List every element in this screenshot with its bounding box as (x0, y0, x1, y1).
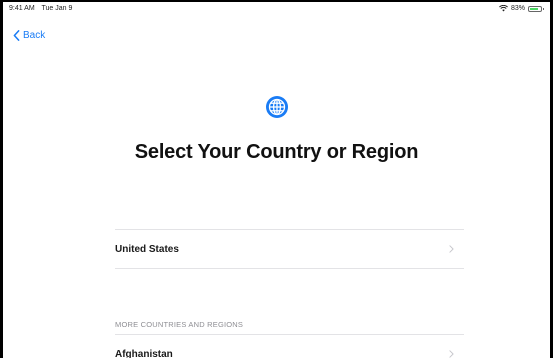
status-time: 9:41 AM (9, 5, 35, 12)
country-row-united-states[interactable]: United States (115, 230, 464, 268)
row-label: United States (115, 243, 179, 255)
section-header: MORE COUNTRIES AND REGIONS (115, 320, 244, 329)
battery-fill (530, 7, 539, 10)
status-date: Tue Jan 9 (41, 5, 73, 12)
status-left: 9:41 AM Tue Jan 9 (9, 5, 77, 12)
chevron-left-icon (13, 30, 20, 41)
screen: 9:41 AM Tue Jan 9 83% Back Select Your C… (3, 2, 550, 358)
battery-icon (528, 5, 544, 12)
wifi-icon (499, 5, 508, 12)
status-bar: 9:41 AM Tue Jan 9 83% (3, 2, 550, 16)
back-button[interactable]: Back (13, 30, 45, 41)
globe-icon (266, 96, 288, 118)
row-label: Afghanistan (115, 348, 173, 358)
back-label: Back (23, 30, 46, 41)
battery-percent: 83% (510, 5, 525, 12)
chevron-right-icon (449, 350, 454, 358)
divider (115, 268, 464, 269)
chevron-right-icon (449, 245, 454, 253)
country-row-afghanistan[interactable]: Afghanistan (115, 335, 464, 358)
status-right: 83% (499, 5, 544, 12)
page-title: Select Your Country or Region (134, 141, 419, 163)
